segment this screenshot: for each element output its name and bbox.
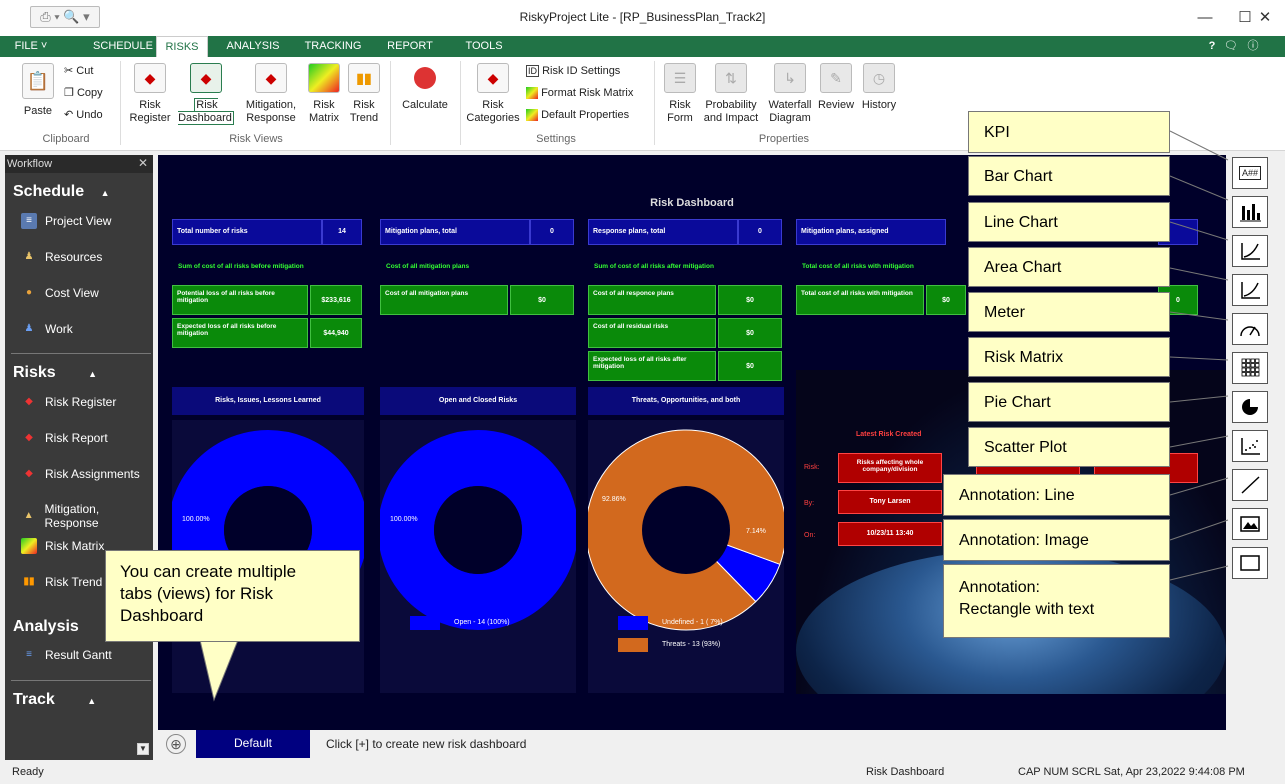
callout-text: tabs (views) for Risk xyxy=(120,584,274,603)
callout-annotation-line: Annotation: Line xyxy=(943,474,1170,516)
callout-scatter-plot: Scatter Plot xyxy=(968,427,1170,467)
callout-kpi: KPI xyxy=(968,111,1170,153)
callout-risk-matrix: Risk Matrix xyxy=(968,337,1170,377)
callout-annotation-image: Annotation: Image xyxy=(943,519,1170,561)
callout-text: Annotation: xyxy=(959,579,1040,596)
callout-tabs: You can create multiple tabs (views) for… xyxy=(105,550,360,642)
callout-meter: Meter xyxy=(968,292,1170,332)
callout-text: Rectangle with text xyxy=(959,601,1095,618)
callout-pie-chart: Pie Chart xyxy=(968,382,1170,422)
callout-annotation-rectangle: Annotation: Rectangle with text xyxy=(943,564,1170,638)
callout-bar-chart: Bar Chart xyxy=(968,156,1170,196)
callout-line-chart: Line Chart xyxy=(968,202,1170,242)
callout-text: Dashboard xyxy=(120,606,204,625)
callout-text: You can create multiple xyxy=(120,562,297,581)
callout-area-chart: Area Chart xyxy=(968,247,1170,287)
